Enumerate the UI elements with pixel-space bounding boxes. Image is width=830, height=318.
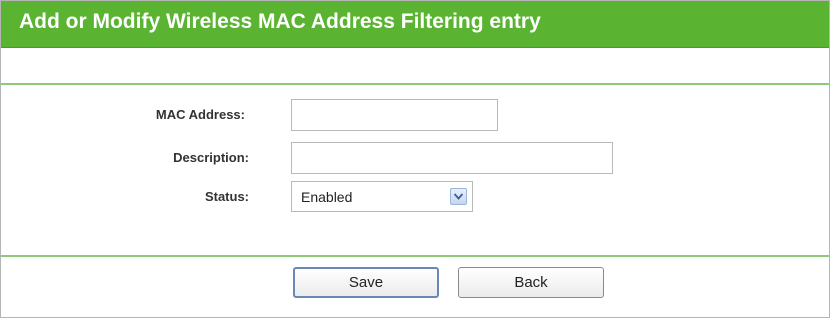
mac-filter-panel: Add or Modify Wireless MAC Address Filte… [0, 0, 830, 318]
chevron-down-icon[interactable] [450, 188, 467, 205]
status-selected-value: Enabled [301, 189, 353, 205]
back-button[interactable]: Back [458, 267, 604, 298]
mac-address-input[interactable] [291, 99, 498, 131]
save-button[interactable]: Save [293, 267, 439, 298]
status-select[interactable]: Enabled [291, 181, 473, 212]
description-label: Description: [173, 150, 249, 165]
status-label: Status: [204, 189, 249, 204]
mac-address-label: MAC Address: [155, 107, 245, 122]
page-title: Add or Modify Wireless MAC Address Filte… [19, 10, 541, 33]
divider-bottom [1, 255, 829, 257]
divider-top [1, 83, 829, 85]
description-input[interactable] [291, 142, 613, 174]
panel-header: Add or Modify Wireless MAC Address Filte… [1, 1, 829, 48]
